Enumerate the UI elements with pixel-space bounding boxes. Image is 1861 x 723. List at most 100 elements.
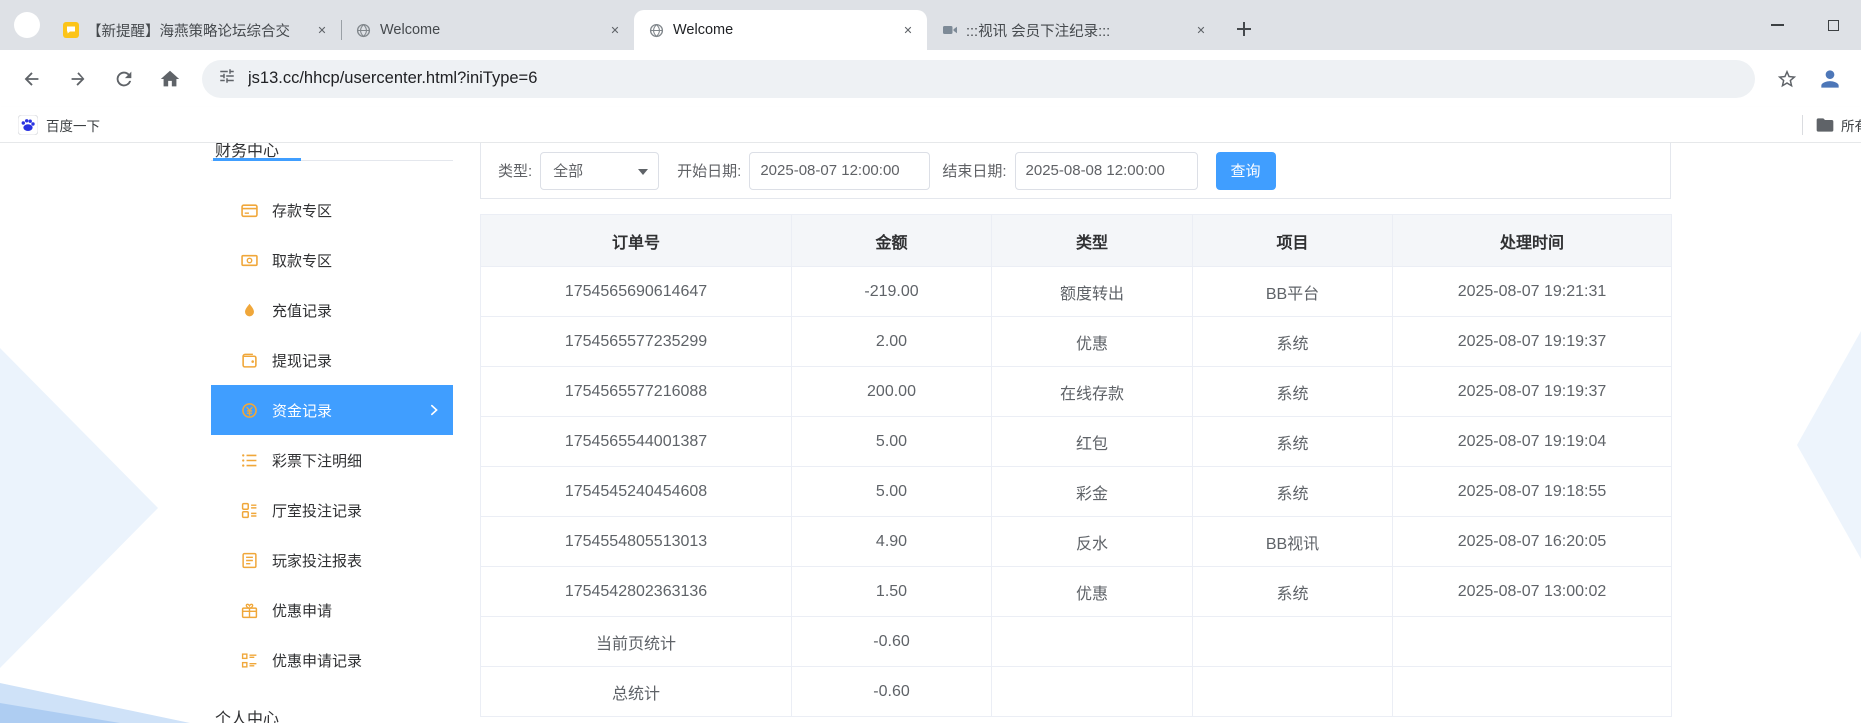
maximize-button[interactable] bbox=[1805, 0, 1861, 50]
back-arrow-icon bbox=[24, 71, 39, 86]
sidebar-tab-underline bbox=[211, 158, 453, 161]
sidebar-item[interactable]: 存款专区 bbox=[211, 185, 453, 235]
sidebar-menu: 存款专区 取款专区 充值记录 提现记录 资金记录 彩票下注明细 厅室投注记录 玩家投注报表 优惠… bbox=[211, 185, 453, 685]
table-cell: -219.00 bbox=[791, 266, 992, 317]
bookmark-baidu[interactable]: 百度一下 bbox=[18, 114, 100, 135]
deposit-icon bbox=[241, 202, 258, 219]
column-header: 项目 bbox=[1192, 214, 1393, 267]
table-cell: 红包 bbox=[991, 416, 1193, 467]
bookmark-star-button[interactable] bbox=[1767, 59, 1807, 99]
table-cell: 优惠 bbox=[991, 566, 1193, 617]
browser-tab[interactable]: 【新提醒】海燕策略论坛综合交 bbox=[48, 10, 341, 50]
tab-search-button[interactable] bbox=[14, 12, 40, 38]
tab-title: Welcome bbox=[673, 22, 734, 38]
browser-tab[interactable]: Welcome bbox=[341, 10, 634, 50]
sidebar-item-label: 取款专区 bbox=[272, 252, 333, 270]
profile-avatar[interactable] bbox=[1813, 62, 1847, 96]
table-body: 1754565690614647 -219.00 额度转出 BB平台 2025-08-0… bbox=[480, 266, 1672, 717]
chevron-down-icon bbox=[638, 168, 649, 175]
type-select[interactable]: 全部 bbox=[540, 151, 660, 190]
all-bookmarks-button[interactable]: 所有书签 bbox=[1815, 115, 1861, 135]
tab-title: :::视讯 会员下注纪录::: bbox=[966, 23, 1111, 40]
sidebar-item[interactable]: 彩票下注明细 bbox=[211, 435, 453, 485]
filter-bar: 类型: 全部 开始日期: 结束日期: 查询 bbox=[480, 143, 1671, 199]
maximize-icon bbox=[1827, 19, 1839, 31]
table-cell: 1754565577216088 bbox=[480, 366, 792, 417]
table-cell: 4.90 bbox=[791, 516, 992, 567]
sidebar-item-label: 存款专区 bbox=[272, 202, 333, 220]
tab-close-button[interactable] bbox=[899, 21, 917, 39]
table-cell: 系统 bbox=[1192, 566, 1393, 617]
player-report-icon bbox=[241, 552, 258, 569]
sidebar-item-label: 厅室投注记录 bbox=[272, 502, 363, 520]
table-cell: 2025-08-07 19:19:37 bbox=[1392, 316, 1672, 367]
withdraw-icon bbox=[241, 252, 258, 269]
sidebar-item[interactable]: 充值记录 bbox=[211, 285, 453, 335]
url-bar[interactable]: js13.cc/hhcp/usercenter.html?iniType=6 bbox=[202, 59, 1755, 98]
table-cell bbox=[1392, 666, 1672, 717]
table-cell: 5.00 bbox=[791, 416, 992, 467]
sidebar-section-personal[interactable]: 个人中心 bbox=[211, 705, 453, 723]
table-cell: 在线存款 bbox=[991, 366, 1193, 417]
query-button[interactable]: 查询 bbox=[1215, 151, 1276, 190]
bookmarks-divider bbox=[1802, 115, 1803, 135]
tab-list: 【新提醒】海燕策略论坛综合交 Welcome Welcome:::视讯 会员下注纪录… bbox=[48, 0, 1220, 50]
table-row: 1754542802363136 1.50 优惠 系统 2025-08-07 13:00… bbox=[480, 566, 1672, 617]
browser-nav-bar: js13.cc/hhcp/usercenter.html?iniType=6 bbox=[0, 50, 1861, 107]
sidebar-item-label: 优惠申请记录 bbox=[272, 652, 363, 670]
recharge-icon bbox=[241, 302, 258, 319]
sidebar-item[interactable]: 资金记录 bbox=[211, 385, 453, 435]
browser-window: 【新提醒】海燕策略论坛综合交 Welcome Welcome:::视讯 会员下注纪录… bbox=[0, 0, 1861, 723]
column-header: 金额 bbox=[791, 214, 992, 267]
browser-tab[interactable]: Welcome bbox=[634, 10, 927, 50]
back-button[interactable] bbox=[12, 59, 52, 99]
chevron-right-icon bbox=[427, 403, 441, 421]
sidebar-section-label: 财务中心 bbox=[215, 143, 280, 158]
browser-tab[interactable]: :::视讯 会员下注纪录::: bbox=[927, 10, 1220, 50]
page-content: 财务中心 存款专区取款专区充值记录提现记录 资金记录 彩票下注明细厅室投注记录 玩家投… bbox=[0, 143, 1861, 723]
table-cell: 1754545240454608 bbox=[480, 466, 792, 517]
table-cell: 额度转出 bbox=[991, 266, 1193, 317]
end-date-input[interactable] bbox=[1014, 151, 1198, 190]
folder-icon bbox=[1816, 118, 1834, 132]
tab-close-button[interactable] bbox=[606, 21, 624, 39]
minimize-button[interactable] bbox=[1749, 0, 1805, 50]
forward-button[interactable] bbox=[58, 59, 98, 99]
table-cell: 2025-08-07 19:19:04 bbox=[1392, 416, 1672, 467]
table-cell: 1754565577235299 bbox=[480, 316, 792, 367]
sidebar-item[interactable]: 玩家投注报表 bbox=[211, 535, 453, 585]
table-cell: 彩金 bbox=[991, 466, 1193, 517]
sidebar-item-label: 充值记录 bbox=[272, 302, 333, 320]
new-tab-button[interactable] bbox=[1230, 15, 1258, 43]
tab-close-button[interactable] bbox=[1192, 21, 1210, 39]
sidebar-item[interactable]: 优惠申请 bbox=[211, 585, 453, 635]
sidebar-item[interactable]: 优惠申请记录 bbox=[211, 635, 453, 685]
table-row: 1754554805513013 4.90 反水 BB视讯 2025-08-07 16:… bbox=[480, 516, 1672, 567]
end-date-label: 结束日期: bbox=[942, 163, 1007, 180]
table-cell: 系统 bbox=[1192, 366, 1393, 417]
table-cell: -0.60 bbox=[791, 666, 992, 717]
reload-button[interactable] bbox=[104, 59, 144, 99]
table-cell: 2025-08-07 19:18:55 bbox=[1392, 466, 1672, 517]
table-cell: 1.50 bbox=[791, 566, 992, 617]
table-row: 1754565577235299 2.00 优惠 系统 2025-08-07 19:19… bbox=[480, 316, 1672, 367]
sidebar-item[interactable]: 厅室投注记录 bbox=[211, 485, 453, 535]
table-cell bbox=[991, 616, 1193, 667]
decorative-triangle-left bbox=[0, 348, 158, 668]
table-row: 1754565690614647 -219.00 额度转出 BB平台 2025-08-0… bbox=[480, 266, 1672, 317]
sidebar-section-finance[interactable]: 财务中心 bbox=[211, 143, 453, 158]
start-date-input[interactable] bbox=[749, 151, 931, 190]
home-button[interactable] bbox=[150, 59, 190, 99]
promo-apply-icon bbox=[241, 602, 258, 619]
tab-close-button[interactable] bbox=[313, 21, 331, 39]
table-cell: 2025-08-07 13:00:02 bbox=[1392, 566, 1672, 617]
table-cell: 当前页统计 bbox=[480, 616, 792, 667]
site-settings-icon[interactable] bbox=[218, 67, 236, 90]
sidebar-item[interactable]: 提现记录 bbox=[211, 335, 453, 385]
sidebar-item[interactable]: 取款专区 bbox=[211, 235, 453, 285]
video-favicon bbox=[941, 22, 958, 39]
sidebar-item-label: 玩家投注报表 bbox=[272, 552, 363, 570]
funds-icon bbox=[241, 402, 258, 419]
table-cell: 2025-08-07 19:21:31 bbox=[1392, 266, 1672, 317]
promo-record-icon bbox=[241, 652, 258, 669]
